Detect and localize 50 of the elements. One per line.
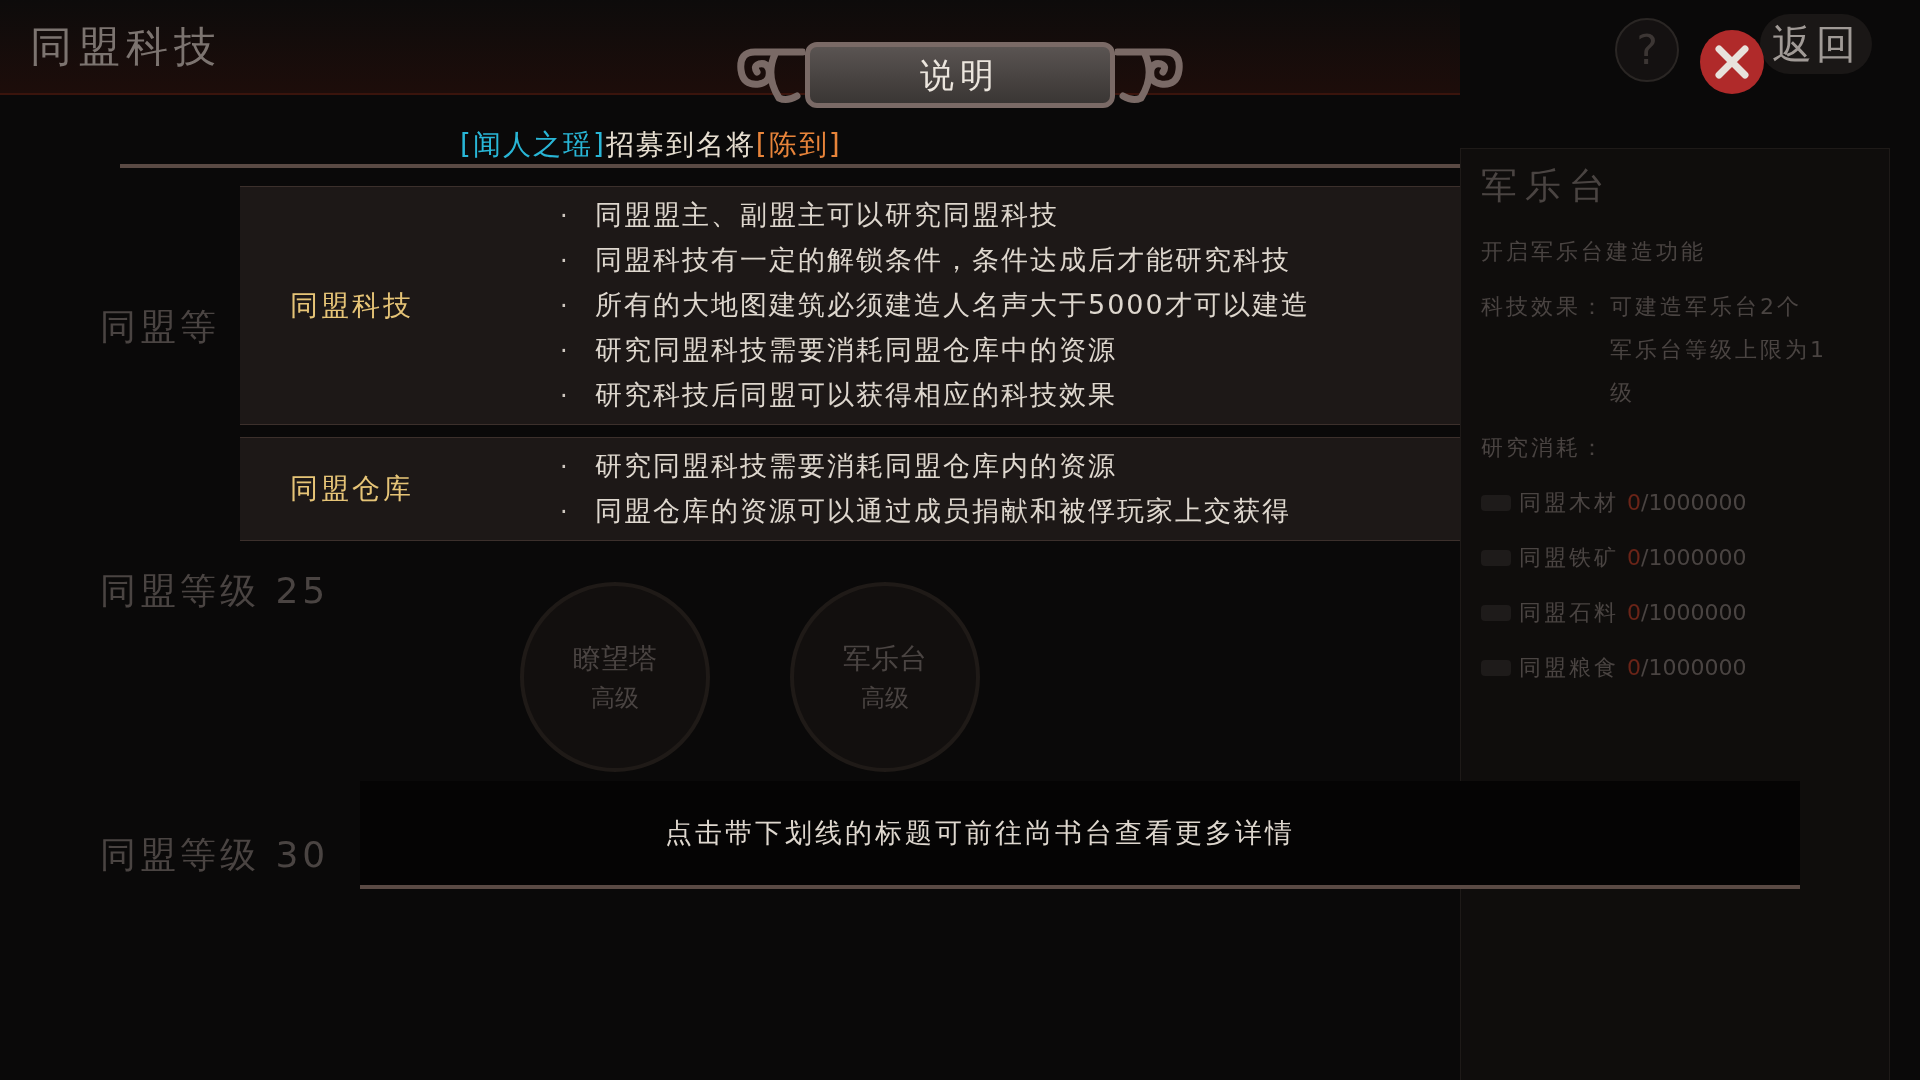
- building-name: 军乐台: [843, 641, 927, 677]
- section-item: 研究同盟科技需要消耗同盟仓库中的资源: [595, 333, 1117, 368]
- building-medallion[interactable]: 瞭望塔 高级: [520, 582, 710, 772]
- section-label: 同盟仓库: [289, 471, 415, 507]
- level-label: 同盟等级 25: [100, 569, 330, 613]
- effect-label: 科技效果：: [1481, 293, 1606, 321]
- bullet-dot: ·: [560, 335, 569, 367]
- section-item: 同盟盟主、副盟主可以研究同盟科技: [595, 198, 1059, 233]
- resource-amount: 0/1000000: [1627, 654, 1747, 682]
- bullet-dot: ·: [560, 290, 569, 322]
- dialog-title: 说明: [920, 53, 1000, 97]
- building-grade: 高级: [861, 683, 909, 714]
- level-label: 同盟等: [100, 305, 220, 349]
- cost-label: 研究消耗：: [1481, 434, 1607, 462]
- resource-amount: 0/1000000: [1627, 544, 1747, 572]
- resource-name: 同盟铁矿: [1519, 544, 1619, 572]
- resource-name: 同盟石料: [1519, 599, 1619, 627]
- help-button[interactable]: ?: [1615, 18, 1679, 82]
- close-icon: [1715, 45, 1749, 79]
- section-item: 所有的大地图建筑必须建造人名声大于5000才可以建造: [595, 288, 1310, 323]
- section-label: 同盟科技: [289, 287, 415, 324]
- bullet-dot: ·: [560, 200, 569, 232]
- ticker-text: [陈到]: [755, 127, 842, 163]
- resource-name: 同盟粮食: [1519, 654, 1619, 682]
- ticker-text: [闻人之瑶]: [460, 127, 606, 163]
- section-item: 同盟仓库的资源可以通过成员捐献和被俘玩家上交获得: [595, 494, 1291, 529]
- bullet-dot: ·: [560, 451, 569, 483]
- level-label: 同盟等级 30: [100, 833, 330, 877]
- bullet-dot: ·: [560, 245, 569, 277]
- effect-text: 级: [1610, 379, 1636, 407]
- panel-title: 军乐台: [1481, 164, 1614, 208]
- unlock-text: 开启军乐台建造功能: [1481, 238, 1707, 266]
- building-name: 瞭望塔: [573, 641, 657, 677]
- ticker-text: 招募到名将: [605, 127, 756, 163]
- building-grade: 高级: [591, 683, 639, 714]
- close-button[interactable]: [1700, 30, 1764, 94]
- resource-amount: 0/1000000: [1627, 599, 1747, 627]
- effect-text: 军乐台等级上限为1: [1610, 336, 1827, 364]
- footer-hint: 点击带下划线的标题可前往尚书台查看更多详情: [665, 815, 1295, 850]
- resource-amount: 0/1000000: [1627, 489, 1747, 517]
- building-medallion[interactable]: 军乐台 高级: [790, 582, 980, 772]
- back-button[interactable]: 返回: [1760, 14, 1872, 74]
- section-item: 研究同盟科技需要消耗同盟仓库内的资源: [595, 449, 1117, 484]
- section-item: 同盟科技有一定的解锁条件，条件达成后才能研究科技: [595, 243, 1291, 278]
- effect-text: 可建造军乐台2个: [1610, 293, 1803, 321]
- page-title: 同盟科技: [30, 21, 222, 73]
- section-item: 研究科技后同盟可以获得相应的科技效果: [595, 378, 1117, 413]
- resource-name: 同盟木材: [1519, 489, 1619, 517]
- bullet-dot: ·: [560, 496, 569, 528]
- bullet-dot: ·: [560, 380, 569, 412]
